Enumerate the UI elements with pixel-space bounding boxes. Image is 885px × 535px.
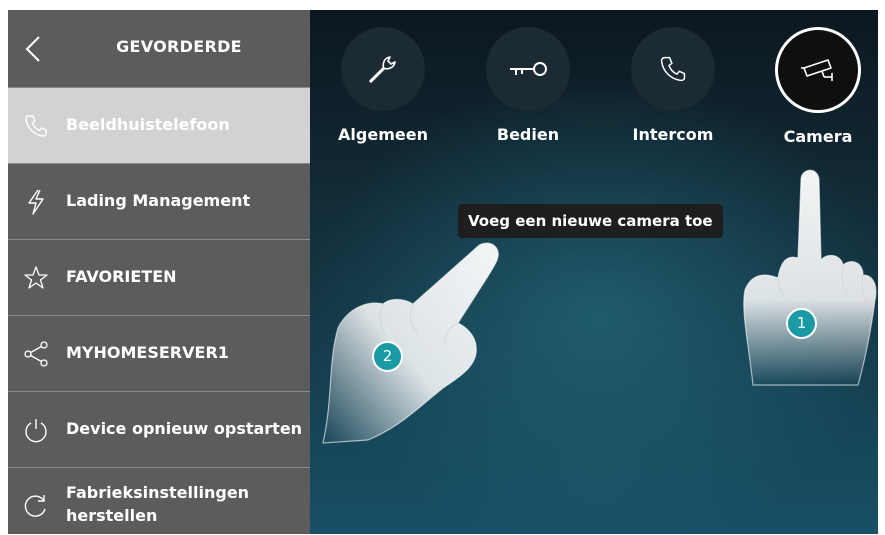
pointing-hand-icon: [322, 242, 499, 444]
sidebar-item-myhomeserver1[interactable]: MYHOMESERVER1: [8, 316, 310, 392]
step-badge-2: 2: [372, 341, 403, 372]
wrench-icon: [369, 56, 396, 83]
device-screen: GEVORDERDE Beeldhuistelefoon Lading Mana…: [8, 10, 878, 534]
sidebar-item-label: Fabrieksinstellingen herstellen: [66, 483, 250, 525]
sidebar-item-fabrieksinstellingen-herstellen[interactable]: Fabrieksinstellingen herstellen: [8, 468, 310, 534]
function-algemeen[interactable]: Algemeen: [338, 27, 428, 144]
sidebar-item-lading-management[interactable]: Lading Management: [8, 164, 310, 240]
sidebar-item-label: FAVORIETEN: [66, 267, 177, 286]
sidebar-item-label: Device opnieuw opstarten: [66, 419, 303, 438]
sidebar: GEVORDERDE Beeldhuistelefoon Lading Mana…: [8, 10, 310, 534]
function-label: Intercom: [632, 125, 714, 144]
function-circle[interactable]: [486, 27, 570, 111]
phone-icon: [25, 115, 47, 137]
reset-icon: [24, 495, 46, 517]
lightning-icon: [28, 189, 44, 215]
pointing-hand-icon: [743, 169, 877, 386]
sidebar-item-label: Lading Management: [66, 191, 251, 210]
function-bedien[interactable]: Bedien: [483, 27, 573, 144]
sidebar-item-favorieten[interactable]: FAVORIETEN: [8, 240, 310, 316]
camera-icon: [801, 59, 833, 81]
sidebar-item-device-opnieuw-opstarten[interactable]: Device opnieuw opstarten: [8, 392, 310, 468]
function-circle-selected[interactable]: [775, 27, 861, 113]
sidebar-item-label: Beeldhuistelefoon: [66, 115, 230, 134]
function-circle[interactable]: [631, 27, 715, 111]
phone-icon: [660, 56, 686, 82]
function-camera[interactable]: Camera: [773, 27, 863, 146]
power-icon: [25, 419, 47, 443]
key-icon: [510, 62, 547, 76]
sidebar-header: GEVORDERDE: [8, 10, 310, 88]
step-badge-1: 1: [786, 308, 817, 339]
function-intercom[interactable]: Intercom: [628, 27, 718, 144]
function-label: Camera: [783, 127, 853, 146]
back-arrow-icon[interactable]: [22, 34, 44, 64]
sidebar-item-beeldhuistelefoon[interactable]: Beeldhuistelefoon: [8, 88, 310, 164]
function-label: Bedien: [496, 125, 560, 144]
sidebar-title: GEVORDERDE: [116, 37, 242, 56]
function-label: Algemeen: [338, 125, 428, 144]
function-circle[interactable]: [341, 27, 425, 111]
share-icon: [24, 341, 48, 367]
star-icon: [24, 266, 48, 289]
sidebar-item-label: MYHOMESERVER1: [66, 343, 229, 362]
